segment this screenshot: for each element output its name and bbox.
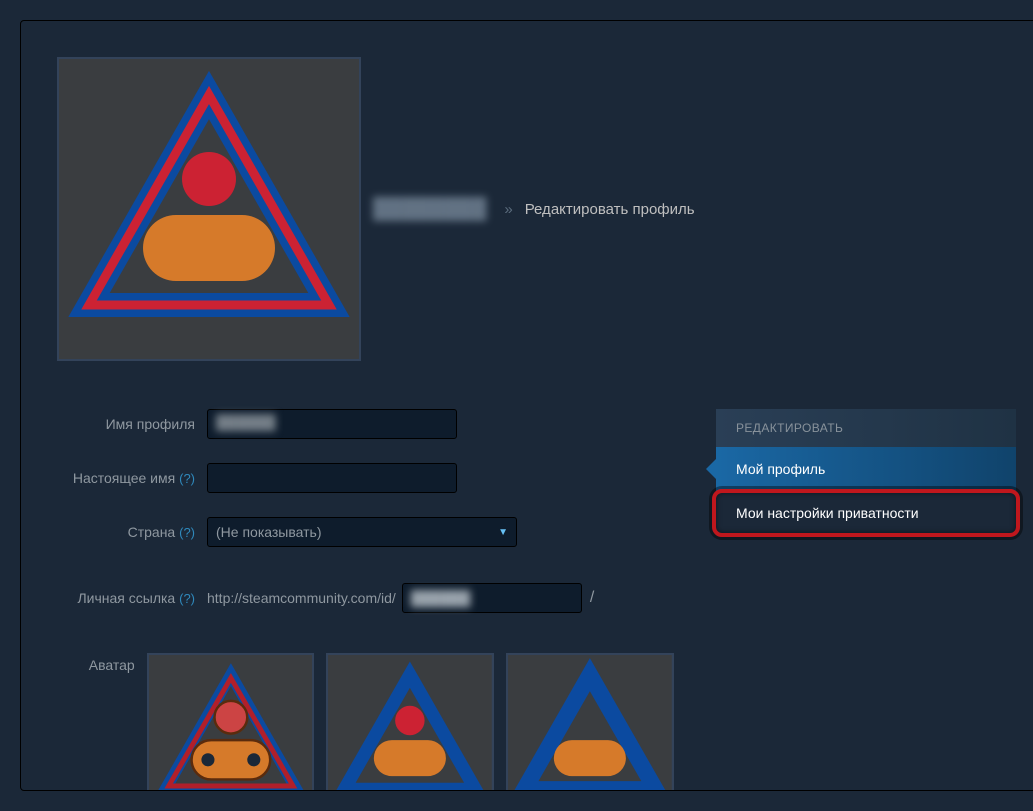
- custom-url-label: Личная ссылка: [77, 590, 175, 606]
- custom-url-suffix: /: [582, 589, 594, 607]
- country-select[interactable]: (Не показывать) ▼: [207, 517, 517, 547]
- breadcrumb-separator: »: [504, 201, 512, 218]
- sidebar-item-label: Мои настройки приватности: [736, 505, 919, 521]
- avatar-icon: [59, 59, 359, 359]
- help-icon[interactable]: (?): [179, 525, 195, 540]
- avatar-preview-64: [326, 653, 494, 791]
- sidebar-item-my-profile[interactable]: Мой профиль: [716, 447, 1016, 491]
- page-title: Редактировать профиль: [525, 201, 695, 218]
- chevron-down-icon: ▼: [498, 527, 508, 538]
- sidebar-item-privacy-settings[interactable]: Мои настройки приватности: [716, 491, 1016, 535]
- sidebar: РЕДАКТИРОВАТЬ Мой профиль Мои настройки …: [716, 409, 1016, 791]
- custom-url-input[interactable]: ██████: [402, 583, 582, 613]
- real-name-label: Настоящее имя: [73, 470, 175, 486]
- help-icon[interactable]: (?): [179, 471, 195, 486]
- profile-name-label: Имя профиля: [57, 416, 207, 432]
- sidebar-header: РЕДАКТИРОВАТЬ: [716, 409, 1016, 447]
- custom-url-prefix: http://steamcommunity.com/id/: [207, 590, 402, 606]
- sidebar-item-label: Мой профиль: [736, 461, 825, 477]
- profile-name-input[interactable]: ██████: [207, 409, 457, 439]
- help-icon[interactable]: (?): [179, 591, 195, 606]
- real-name-input[interactable]: [207, 463, 457, 493]
- avatar-label: Аватар: [57, 653, 147, 673]
- country-selected-value: (Не показывать): [216, 524, 322, 540]
- username[interactable]: ████████: [373, 198, 492, 221]
- avatar[interactable]: [57, 57, 361, 361]
- avatar-preview-184: [147, 653, 315, 791]
- avatar-preview-32: [506, 653, 674, 791]
- profile-header: ████████ » Редактировать профиль: [57, 57, 1016, 361]
- edit-form: Имя профиля ██████ Настоящее имя (?) Стр…: [57, 409, 684, 791]
- country-label: Страна: [128, 524, 176, 540]
